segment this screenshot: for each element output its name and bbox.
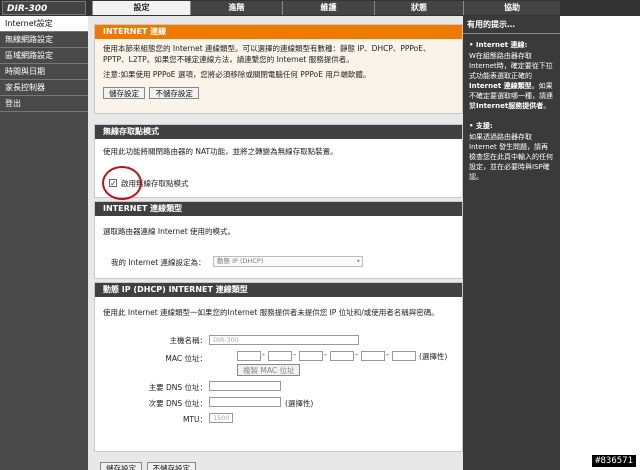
section-title: 無線存取點模式 [95,125,462,139]
main-content: INTERNET 連線 使用本節來組態您的 Internet 連線類型。可以選擇… [88,16,463,470]
right-blank-area [560,16,640,470]
help-support-text: 如果透過路由器存取Internet 發生問題，請再檢查您在此頁中輸入的任何設定，… [469,133,553,181]
mac-octet-5-input[interactable] [361,351,385,361]
highlight-circle [102,166,142,200]
help-internet-heading: • Internet 連線: [469,41,528,49]
mac-octet-2-input[interactable] [268,351,292,361]
sidebar: Internet設定 無線網路設定 區域網路設定 時間與日期 家長控制器 登出 [0,16,88,470]
tab-help[interactable]: 協助 [463,1,560,15]
sidebar-item-logout[interactable]: 登出 [0,96,88,112]
intro-text: 使用本節來組態您的 Internet 連線類型。可以選擇的連線類型有數種：靜態 … [103,44,431,64]
primary-dns-label: 主要 DNS 位址： [148,383,207,392]
clone-mac-button[interactable]: 複製 MAC 位址 [237,364,301,376]
connection-type-select[interactable]: 動態 IP (DHCP) [213,256,363,267]
help-internet-bold: Internet 連線類型 [469,82,532,90]
ap-mode-text: 使用此功能將關閉路由器的 NAT功能，並將之轉變為無線存取點裝置。 [103,147,338,156]
connection-type-section: INTERNET 連線類型 選取路由器連線 Internet 使用的模式。 我的… [94,201,463,279]
mtu-label: MTU： [182,415,207,424]
help-title: 有用的提示… [463,16,560,34]
mac-octet-1-input[interactable] [237,351,261,361]
section-title: 動態 IP (DHCP) INTERNET 連線類型 [95,283,462,297]
bottom-button-bar: 儲存設定 不儲存設定 [100,462,198,470]
help-support-section: • 支援: 如果透過路由器存取Internet 發生問題，請再檢查您在此頁中輸入… [463,113,560,184]
watermark: #836571 [592,455,636,467]
dhcp-section: 動態 IP (DHCP) INTERNET 連線類型 使用此 Internet … [94,282,463,452]
dns-optional-note: (選擇性) [285,399,314,408]
secondary-dns-label: 次要 DNS 位址： [148,399,207,408]
help-panel: 有用的提示… • Internet 連線: W在組態路由器存取Internet時… [463,16,560,470]
sidebar-item-lan[interactable]: 區域網路設定 [0,48,88,64]
ap-mode-section: 無線存取點模式 使用此功能將關閉路由器的 NAT功能，並將之轉變為無線存取點裝置… [94,124,463,198]
mac-address-label: MAC 位址： [165,354,207,363]
sidebar-item-parental[interactable]: 家長控制器 [0,80,88,96]
tab-status[interactable]: 狀態 [374,1,463,15]
primary-dns-input[interactable] [209,381,281,391]
mac-octet-3-input[interactable] [299,351,323,361]
dont-save-button[interactable]: 不儲存設定 [149,87,199,99]
mac-octet-6-input[interactable] [392,351,416,361]
tab-maintenance[interactable]: 維護 [282,1,374,15]
help-support-heading: • 支援: [469,122,493,130]
top-navigation-bar: DIR-300 設定 進階 維護 狀態 協助 [0,0,640,16]
sidebar-item-time[interactable]: 時間與日期 [0,64,88,80]
dhcp-text: 使用此 Internet 連線類型一如果您的Internet 服務提供者未提供您… [103,308,439,317]
dlink-logo: DIR-300 [2,1,86,15]
internet-connection-section: INTERNET 連線 使用本節來組態您的 Internet 連線類型。可以選擇… [94,24,463,114]
sidebar-item-internet[interactable]: Internet設定 [0,16,88,32]
help-internet-section: • Internet 連線: W在組態路由器存取Internet時，確定要從下拉… [463,34,560,113]
mac-octet-4-input[interactable] [330,351,354,361]
dont-save-button[interactable]: 不儲存設定 [146,462,197,470]
section-title: INTERNET 連線類型 [95,202,462,216]
save-settings-button[interactable]: 儲存設定 [103,87,145,99]
connection-type-label: 我的 Internet 連線設定為： [111,258,206,267]
mtu-input[interactable]: 1500 [209,413,233,423]
tab-setup[interactable]: 設定 [92,1,190,15]
help-internet-text: W在組態路由器存取Internet時，確定要從下拉式功能表選取正確的 [469,52,553,80]
tab-advanced[interactable]: 進階 [190,1,282,15]
section-title: INTERNET 連線 [95,25,462,39]
intro-note: 注意:如果使用 PPPoE 選項，您將必須移除或關閉電腦任何 PPPoE 用戶端… [103,70,371,79]
save-settings-button[interactable]: 儲存設定 [100,462,142,470]
help-internet-bold2: Internet服務提供者 [476,102,544,110]
help-internet-end: 。 [543,102,551,110]
connection-type-text: 選取路由器連線 Internet 使用的模式。 [103,227,236,236]
host-name-input[interactable]: DIR-300 [209,335,359,345]
mac-optional-note: (選擇性) [419,352,448,361]
sidebar-item-wireless[interactable]: 無線網路設定 [0,32,88,48]
secondary-dns-input[interactable] [209,397,281,407]
host-name-label: 主機名稱： [169,336,208,345]
